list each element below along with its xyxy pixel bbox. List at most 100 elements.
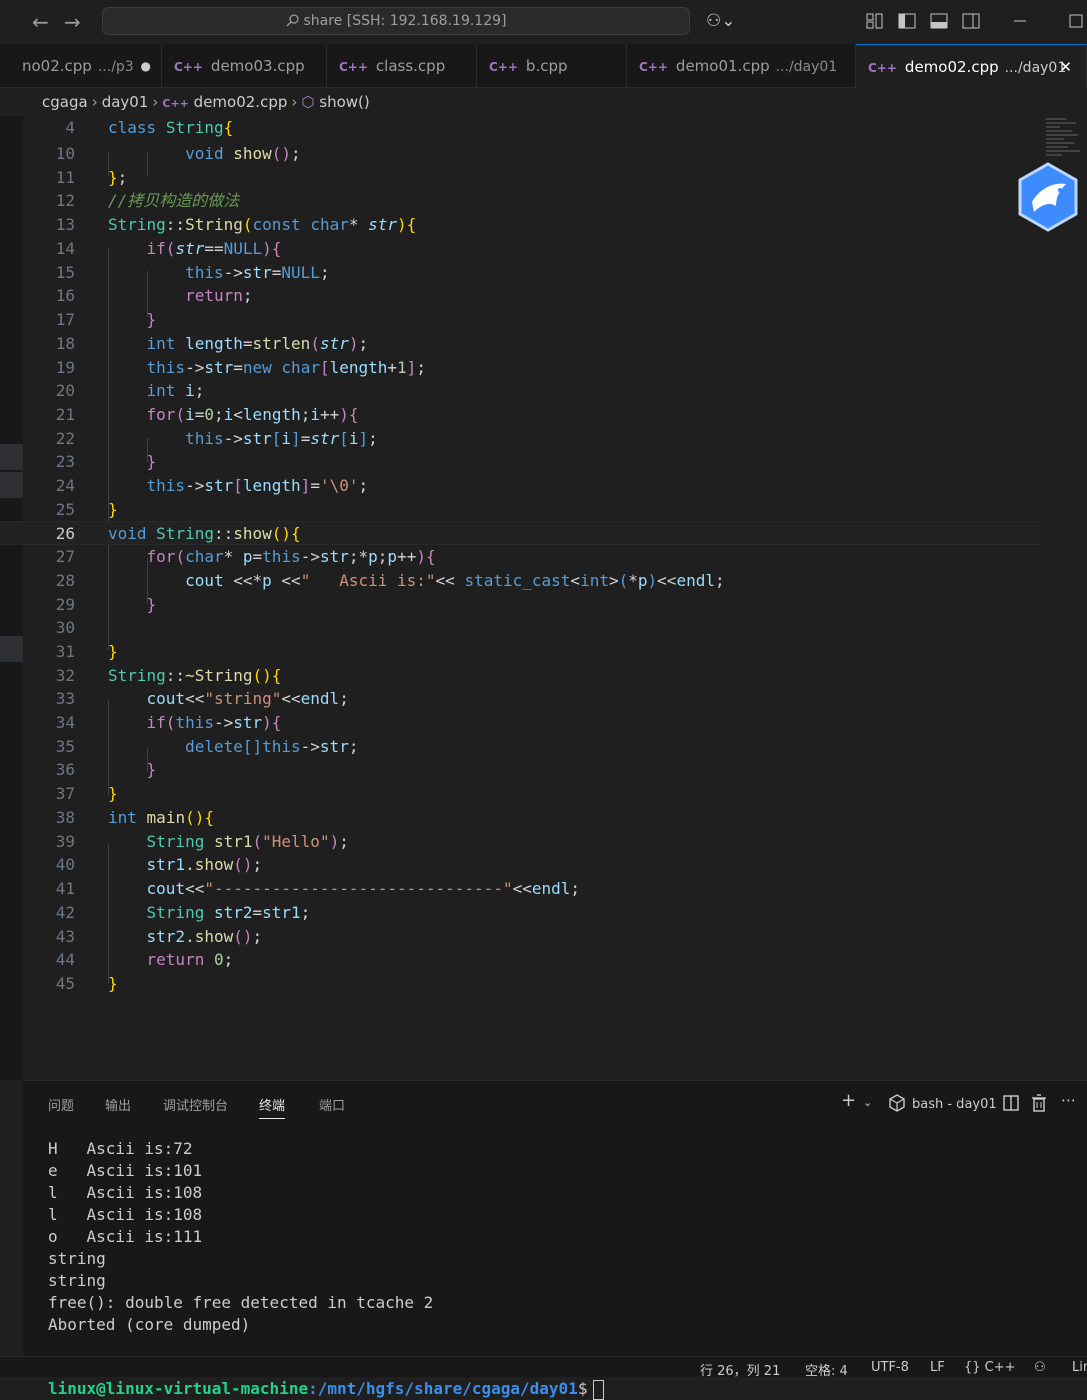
customize-layout-icon[interactable] — [866, 12, 884, 30]
trash-icon[interactable] — [1031, 1094, 1047, 1112]
line-number: 45 — [55, 974, 75, 993]
end-of-line[interactable]: LF — [930, 1360, 945, 1375]
tab-label: demo03.cpp — [210, 57, 305, 75]
toggle-secondary-sidebar-icon[interactable] — [962, 12, 980, 30]
terminal-output-line: l Ascii is:108 — [48, 1183, 203, 1202]
terminal-output-line: free(): double free detected in tcache 2 — [48, 1293, 434, 1312]
line-number: 17 — [55, 310, 75, 329]
command-center-search[interactable]: share [SSH: 192.168.19.129] — [102, 7, 690, 35]
line-number: 42 — [55, 903, 75, 922]
breadcrumb-symbol[interactable]: show() — [319, 93, 369, 111]
new-terminal-icon[interactable]: + — [841, 1090, 856, 1111]
terminal-output-line: o Ascii is:111 — [48, 1227, 203, 1246]
line-number: 27 — [55, 547, 75, 566]
tab-label: no02.cpp — [22, 57, 92, 75]
line-number: 28 — [55, 571, 75, 590]
terminal-prompt[interactable]: ○ linux@linux-virtual-machine:/mnt/hgfs/… — [0, 1334, 1087, 1400]
language-mode[interactable]: {} C++ — [964, 1360, 1016, 1375]
breadcrumb-file[interactable]: demo02.cpp — [194, 93, 288, 111]
minimize-icon[interactable] — [1012, 12, 1028, 30]
cpp-file-icon: C++ — [639, 60, 668, 74]
tab-demo02[interactable]: C++ demo02.cpp .../day01 ✕ — [856, 44, 1087, 88]
code-line: 32 String::~String(){ — [0, 664, 1040, 688]
line-number: 33 — [55, 689, 75, 708]
line-number: 22 — [55, 429, 75, 448]
tab-label: b.cpp — [525, 57, 568, 75]
line-number: 19 — [55, 358, 75, 377]
code-line: 16 return; — [0, 284, 1040, 308]
terminal-output-line: l Ascii is:108 — [48, 1205, 203, 1224]
line-number: 32 — [55, 666, 75, 685]
more-actions-icon[interactable]: ⋯ — [1061, 1091, 1076, 1109]
line-number: 35 — [55, 737, 75, 756]
close-tab-icon[interactable]: ✕ — [1059, 45, 1072, 88]
code-line: 39 String str1("Hello"); — [0, 830, 1040, 854]
tab-demo01[interactable]: C++ demo01.cpp .../day01 — [627, 44, 856, 88]
chevron-right-icon: › — [91, 93, 98, 111]
tab-dir: .../p3 — [97, 59, 134, 75]
prompt-path: :/mnt/hgfs/share/cgaga/day01 — [308, 1379, 578, 1398]
maximize-icon[interactable] — [1068, 12, 1084, 30]
indentation[interactable]: 空格: 4 — [805, 1360, 848, 1379]
encoding[interactable]: UTF-8 — [871, 1360, 909, 1375]
breadcrumb-folder[interactable]: day01 — [102, 93, 149, 111]
line-number: 40 — [55, 855, 75, 874]
modified-dot-icon[interactable]: ● — [141, 44, 151, 88]
line-number: 16 — [55, 286, 75, 305]
code-line: 34 if(this->str){ — [0, 711, 1040, 735]
tab-terminal[interactable]: 终端 — [259, 1095, 286, 1119]
cursor-position[interactable]: 行 26，列 21 — [700, 1360, 780, 1379]
split-terminal-icon[interactable] — [1003, 1095, 1019, 1111]
code-line: 25} — [0, 498, 1040, 522]
code-line: 29 } — [0, 593, 1040, 617]
cpp-file-icon: C++ — [339, 60, 368, 74]
code-line: 38 int main(){ — [0, 806, 1040, 830]
code-line: 45} — [0, 972, 1040, 996]
terminal-instance-label[interactable]: bash - day01 — [912, 1097, 997, 1112]
terminal-output-line: e Ascii is:101 — [48, 1161, 203, 1180]
code-line: 24 this->str[length]='\0'; — [0, 474, 1040, 498]
tab-b[interactable]: C++ b.cpp — [477, 44, 627, 88]
code-line: 18 int length=strlen(str); — [0, 332, 1040, 356]
prompt-user: linux@linux-virtual-machine — [48, 1379, 309, 1398]
cpp-file-icon: C++ — [868, 61, 897, 75]
terminal-output-line: Aborted (core dumped) — [48, 1315, 251, 1334]
current-code-line: 26 void String::show(){ — [0, 521, 1040, 545]
code-line: 23 } — [0, 450, 1040, 474]
terminal-output-line: string — [48, 1249, 106, 1268]
code-editor[interactable]: 4 class String{ 10 void show(); 11}; 12//… — [0, 116, 1087, 1080]
tab-debug-console[interactable]: 调试控制台 — [163, 1095, 228, 1114]
toggle-panel-icon[interactable] — [930, 12, 948, 30]
tab-demo03[interactable]: C++ demo03.cpp — [162, 44, 327, 88]
code-line: 30 — [0, 616, 1040, 640]
line-number: 44 — [55, 950, 75, 969]
editor-tabs: no02.cpp .../p3 ● C++ demo03.cpp C++ class.… — [0, 44, 1087, 88]
terminal-cursor — [593, 1379, 605, 1400]
breadcrumb-folder[interactable]: cgaga — [42, 93, 88, 111]
code-line: 14 if(str==NULL){ — [0, 237, 1040, 261]
line-number: 34 — [55, 713, 75, 732]
assistant-bird-icon[interactable] — [1016, 162, 1080, 232]
tab-no02[interactable]: no02.cpp .../p3 ● — [0, 44, 162, 88]
forward-arrow-icon[interactable]: → — [64, 10, 81, 34]
copilot-status-icon[interactable]: ⚇ — [1034, 1360, 1046, 1375]
code-line: 37} — [0, 782, 1040, 806]
line-number: 39 — [55, 832, 75, 851]
code-line: 28 cout <<*p <<" Ascii is:"<< static_cas… — [0, 569, 1040, 593]
line-number: 36 — [55, 760, 75, 779]
back-arrow-icon[interactable]: ← — [32, 10, 49, 34]
tab-output[interactable]: 输出 — [105, 1095, 131, 1114]
tab-class[interactable]: C++ class.cpp — [327, 44, 477, 88]
cpp-file-icon: C++ — [162, 97, 189, 110]
toggle-primary-sidebar-icon[interactable] — [898, 12, 916, 30]
tab-ports[interactable]: 端口 — [319, 1095, 345, 1114]
terminal-shell-icon — [889, 1094, 905, 1112]
status-extra[interactable]: Lin — [1072, 1360, 1087, 1375]
copilot-icon[interactable]: ⚇⌄ — [706, 11, 735, 31]
code-line: 43 str2.show(); — [0, 925, 1040, 949]
chevron-down-icon[interactable]: ⌄ — [863, 1096, 872, 1109]
terminal-output-line: H Ascii is:72 — [48, 1139, 193, 1158]
tab-problems[interactable]: 问题 — [48, 1095, 74, 1114]
terminal-output-line: string — [48, 1271, 106, 1290]
status-bar: 行 26，列 21 空格: 4 UTF-8 LF {} C++ ⚇ Lin — [0, 1356, 1087, 1379]
